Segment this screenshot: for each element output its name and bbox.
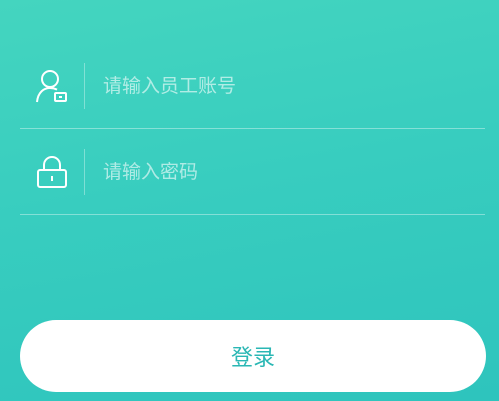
login-button[interactable]: 登录 bbox=[20, 320, 486, 392]
password-input[interactable] bbox=[103, 152, 485, 192]
user-id-icon bbox=[20, 43, 84, 129]
account-field-row bbox=[20, 43, 485, 129]
password-field-row bbox=[20, 129, 485, 215]
lock-icon bbox=[20, 129, 84, 215]
field-divider bbox=[84, 149, 85, 195]
account-input[interactable] bbox=[103, 66, 485, 106]
field-divider bbox=[84, 63, 85, 109]
field-underline bbox=[20, 214, 485, 215]
